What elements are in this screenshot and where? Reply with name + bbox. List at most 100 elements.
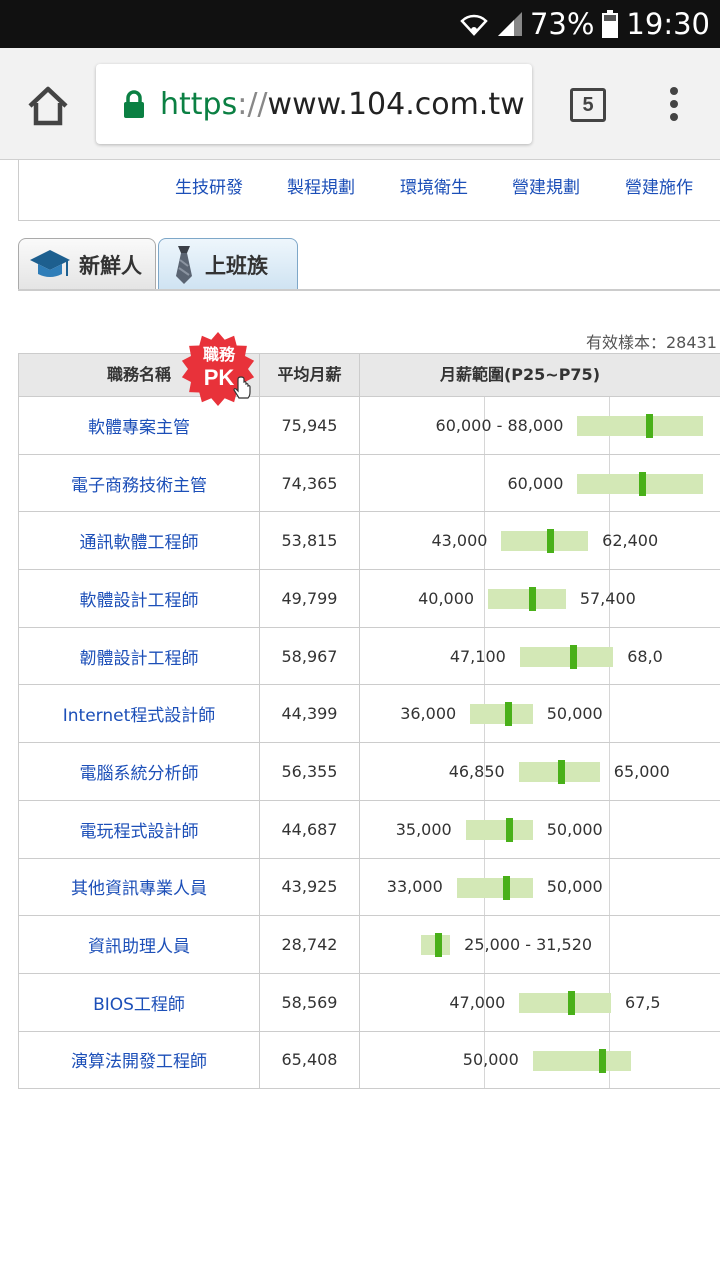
battery-icon [602,10,619,38]
average-salary: 43,925 [281,877,338,897]
average-salary: 75,945 [281,415,338,435]
range-low-label: 43,000 [431,531,488,551]
range-high-label: 57,400 [579,588,636,608]
range-low-label: 33,000 [386,877,443,897]
average-salary: 44,399 [281,704,338,724]
salary-range-chart: 50,000 [360,1031,720,1089]
salary-range-bar [519,992,611,1013]
category-link[interactable]: 環境衛生 [400,173,468,198]
range-gridline [609,800,610,858]
average-marker [558,760,566,785]
job-name-link[interactable]: Internet程式設計師 [19,685,259,742]
job-name-link[interactable]: BIOS工程師 [19,974,259,1031]
category-link[interactable]: 生技研發 [175,173,243,198]
range-high-label: 50,000 [546,704,603,724]
average-marker [645,414,653,438]
salary-range-bar [456,877,533,898]
valid-sample-count: 有效樣本：28431 [586,333,717,352]
browser-toolbar: https://www.104.com.tw 5 [0,48,720,160]
job-name-link[interactable]: 其他資訊專業人員 [19,859,259,916]
range-low-label: 60,000 [507,473,564,493]
average-marker [434,933,442,958]
salary-range-chart: 46,850 65,000 [360,743,720,800]
average-salary: 65,408 [281,1050,338,1070]
job-name-link[interactable]: 演算法開發工程師 [19,1032,259,1089]
job-name-link[interactable]: 軟體設計工程師 [19,570,259,627]
salary-range-bar [577,416,703,436]
wifi-icon [460,14,488,36]
range-low-label: 50,000 [462,1050,519,1070]
average-salary: 49,799 [281,588,338,608]
range-low-label: 60,000 - 88,000 [435,415,564,435]
range-high-label: 67,5 [624,992,661,1012]
tab-underline [18,289,720,291]
pk-badge-bottom-text: PK [204,365,235,390]
salary-range-chart: 60,000 - 88,000 [360,397,720,454]
table-row: 其他資訊專業人員 43,925 33,000 50,000 [18,858,720,917]
salary-range-chart: 33,000 50,000 [360,858,720,916]
table-row: 電子商務技術主管 74,365 60,000 [18,454,720,513]
table-header: 職務名稱 平均月薪 月薪範圍(P25~P75) [18,353,720,397]
address-bar[interactable]: https://www.104.com.tw [96,64,532,144]
salary-table: 職務名稱 平均月薪 月薪範圍(P25~P75) 軟體專案主管 75,945 60,0… [18,353,720,1090]
range-gridline [609,916,610,973]
job-name-link[interactable]: 韌體設計工程師 [19,628,259,685]
average-salary: 28,742 [281,935,338,955]
graduation-cap-icon [30,249,70,277]
average-marker [598,1048,606,1073]
average-salary: 58,569 [281,992,338,1012]
average-salary: 74,365 [281,473,338,493]
range-high-label: 25,000 - 31,520 [464,935,593,955]
salary-range-bar [501,531,589,552]
category-links-box: 生技研發 製程規劃 環境衛生 營建規劃 營建施作 [18,160,720,221]
average-marker [638,471,646,496]
range-low-label: 35,000 [395,819,452,839]
table-row: 軟體專案主管 75,945 60,000 - 88,000 [18,397,720,455]
salary-range-chart: 40,000 57,400 [360,570,720,627]
average-marker [506,817,513,842]
job-name-link[interactable]: 電子商務技術主管 [19,455,259,512]
page-content: 生技研發 製程規劃 環境衛生 營建規劃 營建施作 新鮮人 上班族 有效樣本：28… [0,160,720,1280]
range-high-label: 50,000 [546,819,603,839]
category-link[interactable]: 營建規劃 [512,173,580,198]
average-marker [569,644,577,669]
tab-fresh-graduate[interactable]: 新鮮人 [18,238,156,290]
range-high-label: 50,000 [546,877,603,897]
overflow-menu-icon[interactable] [664,84,684,124]
range-low-label: 47,000 [449,992,506,1012]
salary-range-chart: 47,100 68,0 [360,627,720,685]
average-marker [528,587,536,612]
average-marker [502,875,510,900]
signal-icon [497,12,522,36]
job-name-link[interactable]: 通訊軟體工程師 [19,512,259,569]
salary-range-chart: 36,000 50,000 [360,685,720,743]
job-name-link[interactable]: 資訊助理人員 [19,916,259,973]
category-link[interactable]: 營建施作 [625,173,693,198]
table-row: 資訊助理人員 28,742 25,000 - 31,520 [18,916,720,974]
average-marker [568,990,576,1015]
range-high-label: 65,000 [613,761,670,781]
range-low-label: 40,000 [418,588,475,608]
average-marker [546,529,554,554]
category-link[interactable]: 製程規劃 [287,173,355,198]
job-pk-badge[interactable]: 職務 PK [178,327,258,407]
home-icon[interactable] [24,82,72,130]
battery-percent: 73% [529,7,595,41]
table-row: 演算法開發工程師 65,408 50,000 [18,1031,720,1090]
salary-range-bar [488,589,566,610]
tab-switcher-button[interactable]: 5 [570,88,606,122]
tab-employee-label: 上班族 [205,253,268,278]
table-body: 軟體專案主管 75,945 60,000 - 88,000 電子商務技術主管 74,36… [18,397,720,1090]
job-name-link[interactable]: 電腦系統分析師 [19,743,259,800]
range-high-label: 68,0 [627,646,663,666]
tab-fresh-label: 新鮮人 [79,253,142,278]
salary-range-bar [532,1050,632,1071]
salary-range-chart: 43,000 62,400 [360,512,720,570]
average-salary: 53,815 [281,531,338,551]
salary-range-bar [470,704,533,725]
job-name-link[interactable]: 電玩程式設計師 [19,801,259,858]
salary-range-chart: 25,000 - 31,520 [360,916,720,973]
tab-employee[interactable]: 上班族 [158,238,298,290]
salary-range-bar [519,646,614,667]
table-row: 電玩程式設計師 44,687 35,000 50,000 [18,800,720,859]
